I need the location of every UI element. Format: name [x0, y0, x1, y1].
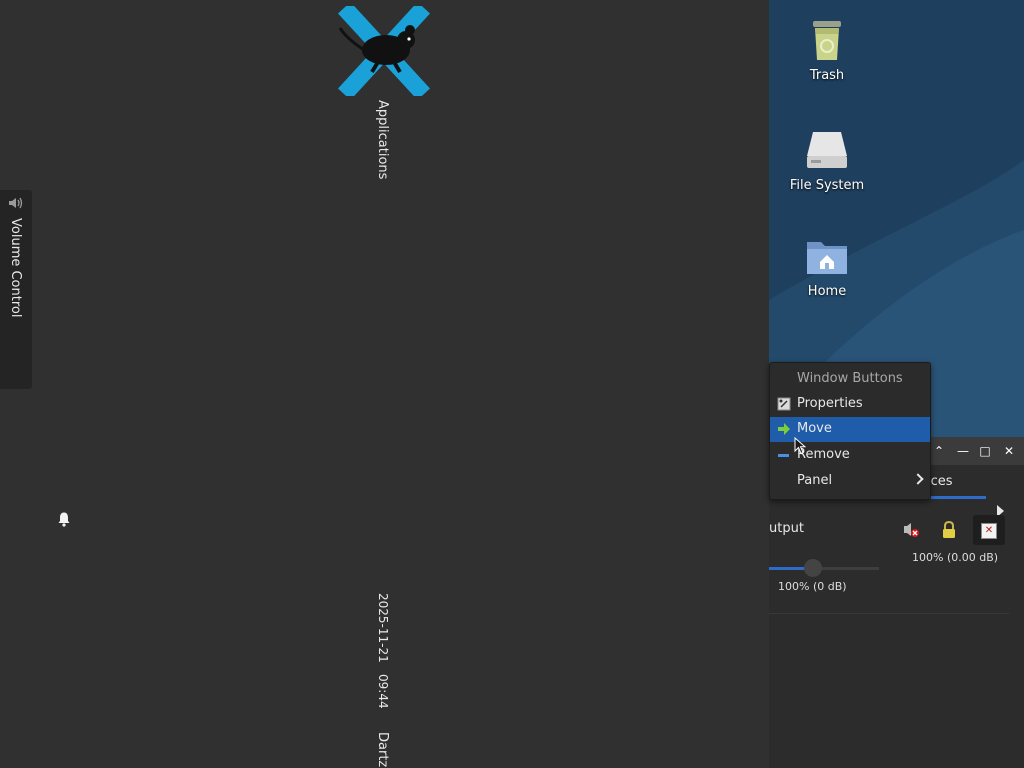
menu-item-properties[interactable]: Properties	[770, 392, 930, 417]
chevron-right-icon	[912, 473, 924, 485]
user-name[interactable]: Dartz	[375, 732, 390, 767]
desktop-icon-trash[interactable]: Trash	[772, 16, 882, 83]
desktop-icon-file-system[interactable]: File System	[772, 126, 882, 193]
drive-icon	[807, 132, 847, 168]
set-default-button[interactable]: ✕	[973, 515, 1005, 545]
volume-slider-label: 100% (0 dB)	[778, 580, 847, 593]
volume-slider-handle[interactable]	[804, 559, 822, 577]
desktop-icon-home[interactable]: Home	[772, 232, 882, 299]
applications-menu-label[interactable]: Applications	[375, 100, 390, 179]
clock-time[interactable]: 09:44	[376, 674, 390, 709]
notification-bell-icon[interactable]	[56, 511, 72, 527]
desktop-icon-label: File System	[789, 178, 865, 193]
volume-readout: 100% (0.00 dB)	[912, 551, 999, 564]
speaker-icon	[9, 197, 23, 209]
volume-slider-fill	[769, 567, 809, 570]
xfce-panel: Volume Control Applications 2025-11-21 0…	[0, 0, 769, 768]
mouse-cursor-icon	[794, 437, 806, 455]
home-folder-icon	[807, 242, 847, 274]
menu-header: Window Buttons	[797, 371, 903, 386]
chevron-up-icon[interactable]: ⌃	[931, 443, 947, 459]
xfce-mouse-logo-icon[interactable]	[338, 6, 430, 96]
mute-toggle-icon[interactable]	[903, 522, 921, 538]
minimize-icon[interactable]: —	[955, 443, 971, 459]
lock-channels-icon[interactable]	[941, 521, 957, 539]
default-device-icon: ✕	[981, 523, 997, 539]
output-device-label: utput	[769, 521, 804, 536]
window-titlebar[interactable]: ⌃ — □ ✕	[929, 437, 1024, 465]
properties-icon	[777, 397, 791, 411]
volume-slider[interactable]	[769, 567, 879, 570]
close-icon[interactable]: ✕	[1001, 443, 1017, 459]
volume-control-label: Volume Control	[8, 218, 23, 318]
divider	[769, 613, 1009, 614]
maximize-icon[interactable]: □	[977, 443, 993, 459]
menu-item-panel[interactable]: Panel	[770, 469, 930, 494]
desktop-icon-label: Trash	[809, 68, 845, 83]
clock-date[interactable]: 2025-11-21	[376, 593, 390, 663]
remove-icon	[778, 454, 789, 457]
move-arrow-icon	[778, 423, 790, 435]
window-buttons-context-menu: Window Buttons Properties Move Remove Pa…	[769, 362, 931, 500]
desktop-icon-label: Home	[807, 284, 847, 299]
trash-icon	[813, 21, 841, 60]
